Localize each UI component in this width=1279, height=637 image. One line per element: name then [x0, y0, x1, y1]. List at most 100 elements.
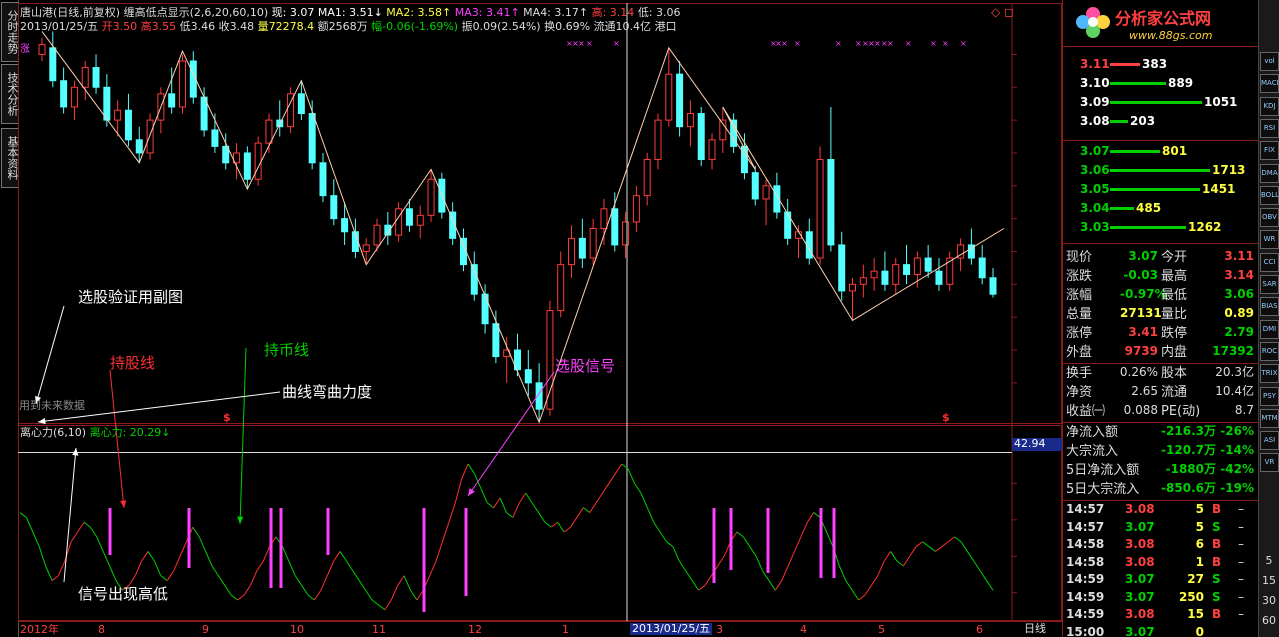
signal-x-mark: ×	[855, 39, 862, 48]
indicator-shortcut-icon[interactable]: TRIX	[1260, 364, 1279, 384]
candle-body	[211, 129, 219, 147]
candle-body	[989, 277, 997, 295]
ad-banner[interactable]: 分析家公式网 www.88gs.com	[1063, 2, 1257, 42]
period-label[interactable]: 日线	[1024, 623, 1046, 635]
indicator-shortcut-icon[interactable]: FIX	[1260, 141, 1279, 161]
bid-price[interactable]: 3.05	[1080, 183, 1110, 195]
arrow-signal-highlow-head	[72, 448, 79, 456]
rise-label: 涨	[20, 44, 30, 55]
indicator-line-segment	[109, 565, 117, 581]
candle-body	[524, 369, 532, 384]
chart-canvas[interactable]: × × × × × ×× × × × × × × × × × × × × ×	[18, 0, 1063, 637]
indicator-line-segment	[435, 541, 443, 562]
indicator-line-segment	[698, 585, 706, 591]
indicator-shortcut-icon[interactable]: vol	[1260, 52, 1279, 71]
candle-body	[297, 93, 305, 115]
indicator-shortcut-icon[interactable]: VR	[1260, 453, 1279, 473]
period-shortcut[interactable]: 5	[1262, 555, 1276, 567]
indicator-shortcut-icon[interactable]: DMA	[1260, 163, 1279, 183]
period-shortcut[interactable]: 15	[1262, 575, 1276, 587]
ask-price[interactable]: 3.10	[1080, 77, 1110, 89]
indicator-shortcut-icon[interactable]: RSI	[1260, 118, 1279, 138]
high-value: 高: 3.14	[591, 6, 635, 19]
tick-side: B	[1212, 554, 1222, 569]
indicator-line-segment	[301, 585, 309, 596]
indicator-shortcut-icon[interactable]: BIAS	[1260, 297, 1279, 317]
quote-label: 今开	[1161, 250, 1188, 265]
indicator-shortcut-icon[interactable]: OBV	[1260, 208, 1279, 228]
candle-body	[751, 172, 759, 200]
indicator-line-segment	[384, 599, 392, 610]
future-data-note: 用到未来数据	[19, 399, 85, 412]
indicator-shortcut-icon[interactable]: WR	[1260, 230, 1279, 250]
indicator-shortcut-icon[interactable]: SAR	[1260, 275, 1279, 294]
candle-body	[611, 208, 619, 246]
indicator-line-segment	[838, 565, 847, 581]
candle-body	[492, 323, 500, 358]
indicator-line-segment	[166, 570, 175, 581]
bid-price[interactable]: 3.07	[1080, 145, 1110, 157]
tick-side: S	[1212, 589, 1221, 604]
tick-volume: 27	[1187, 572, 1204, 586]
ask-price[interactable]: 3.11	[1080, 58, 1110, 70]
indicator-shortcut-icon[interactable]: BOLL	[1260, 185, 1279, 205]
period-shortcut[interactable]: 30	[1262, 595, 1276, 607]
indicator-line-segment	[678, 560, 687, 572]
indicator-shortcut-icon[interactable]: DMI	[1260, 319, 1279, 339]
bid-price[interactable]: 3.04	[1080, 202, 1110, 214]
stat-value: 2.65	[1131, 384, 1158, 398]
indicator-line-segment	[147, 551, 155, 562]
sub-chart-frame	[18, 425, 1062, 621]
indicator-line-segment	[640, 492, 648, 508]
signal-x-mark: ×	[930, 39, 937, 48]
indicator-line-segment	[583, 507, 591, 513]
window-controls[interactable]: ◇ ◻	[991, 6, 1014, 18]
indicator-line-segment	[576, 507, 584, 518]
bar-amplitude: 振0.09(2.54%)	[461, 20, 541, 33]
indicator-line-segment	[320, 575, 328, 591]
candle-body	[81, 67, 89, 88]
bid-price[interactable]: 3.03	[1080, 221, 1110, 233]
candle-body	[395, 208, 403, 236]
indicator-line-segment	[211, 565, 219, 576]
bid-price[interactable]: 3.06	[1080, 164, 1110, 176]
indicator-line-segment	[153, 560, 162, 576]
indicator-line-segment	[557, 522, 565, 533]
candle-body	[49, 47, 57, 82]
indicator-line-segment	[935, 546, 943, 552]
indicator-line-segment	[518, 492, 527, 504]
candle-body	[838, 244, 846, 292]
candle-body	[362, 244, 370, 252]
indicator-line-segment	[448, 502, 456, 523]
indicator-line-segment	[666, 541, 674, 547]
quote-label: 涨跌	[1066, 269, 1093, 284]
signal-x-mark: ×	[905, 39, 912, 48]
quote-label: 涨停	[1066, 326, 1093, 341]
indicator-shortcut-icon[interactable]: ASI	[1260, 431, 1279, 451]
indicator-shortcut-icon[interactable]: MACD	[1260, 74, 1279, 94]
bid-volume-bar	[1110, 169, 1210, 172]
tick-extra: –	[1238, 572, 1244, 586]
ask-price[interactable]: 3.08	[1080, 115, 1110, 127]
indicator-shortcut-icon[interactable]: PSY	[1260, 386, 1279, 406]
indicator-line-segment	[230, 594, 238, 601]
indicator-line-segment	[845, 580, 853, 591]
annotation-hold-line: 持股线	[110, 354, 156, 372]
time-axis-label: 2013/01/25/五	[630, 622, 713, 635]
signal-x-mark: ×	[794, 39, 801, 48]
arrow-cash-line-head	[237, 516, 244, 524]
candle-body	[114, 109, 122, 121]
indicator-line-segment	[704, 575, 712, 586]
indicator-shortcut-icon[interactable]: MTM	[1260, 408, 1279, 428]
tab-intraday[interactable]: 分时走势	[1, 2, 19, 62]
indicator-shortcut-icon[interactable]: CCI	[1260, 252, 1279, 272]
ask-price[interactable]: 3.09	[1080, 96, 1110, 108]
tab-technical[interactable]: 技术分析	[1, 64, 19, 124]
bid-volume: 1451	[1202, 182, 1236, 196]
tab-fundamentals[interactable]: 基本资料	[1, 128, 19, 188]
indicator-shortcut-icon[interactable]: KDJ	[1260, 96, 1279, 116]
quote-value: 2.79	[1224, 325, 1254, 339]
indicator-shortcut-icon[interactable]: ROC	[1260, 341, 1279, 361]
flow-percent: -14%	[1220, 443, 1254, 457]
period-shortcut[interactable]: 60	[1262, 615, 1276, 627]
